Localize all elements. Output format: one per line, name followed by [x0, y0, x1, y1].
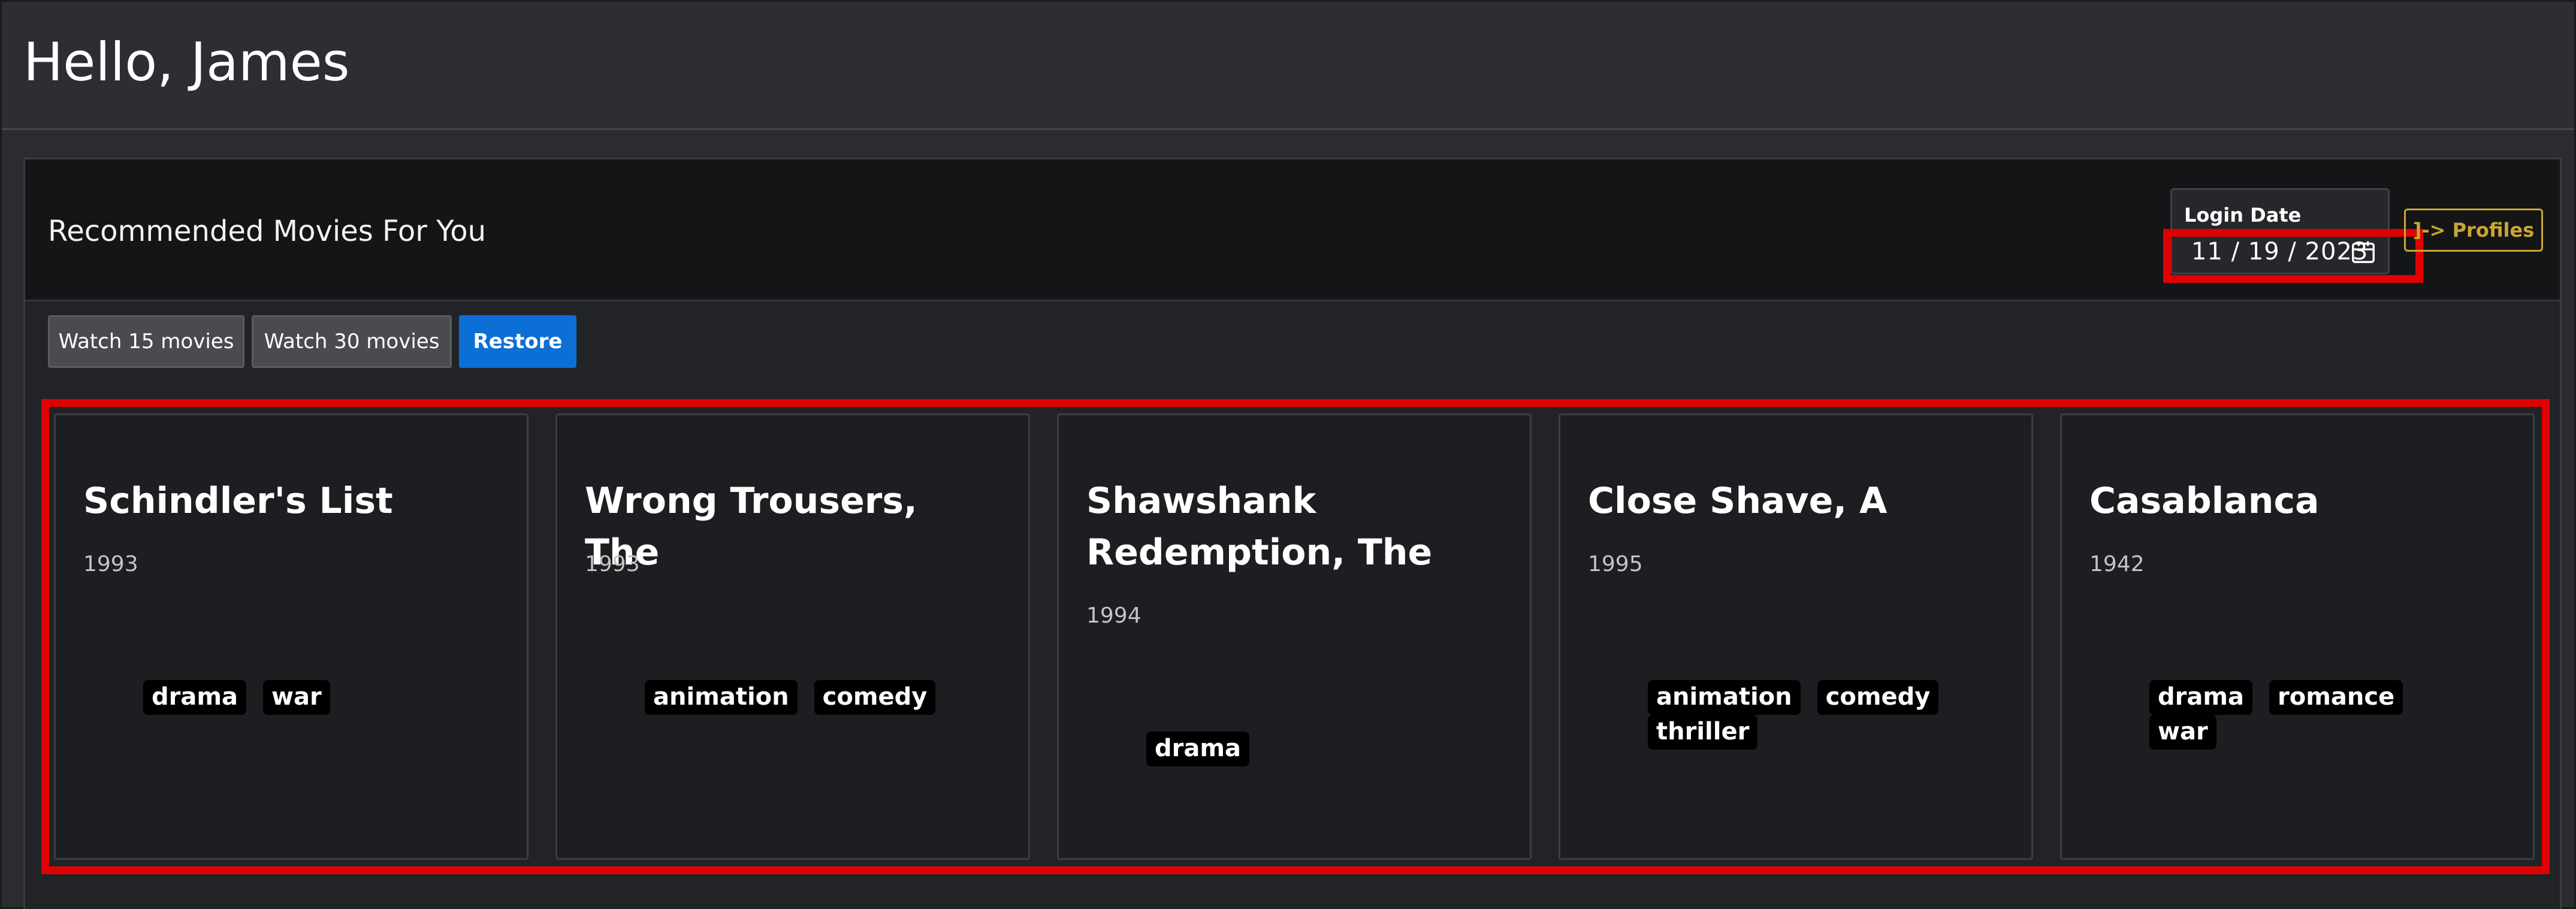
panel-title: Recommended Movies For You [48, 215, 486, 248]
restore-button[interactable]: Restore [459, 315, 576, 368]
movie-card[interactable]: Close Shave, A 1995 animation comedy thri… [1559, 413, 2033, 860]
genre-list: drama [1146, 732, 1458, 766]
genre-tag: war [263, 680, 330, 715]
genre-list: drama war [143, 680, 455, 715]
movie-title: Casablanca [2089, 480, 2320, 522]
login-date-label: Login Date [2184, 204, 2302, 227]
watch-15-button[interactable]: Watch 15 movies [48, 315, 244, 368]
app-page: Hello, James Recommended Movies For You … [0, 0, 2576, 909]
login-date-value[interactable]: 11 / 19 / 2023 [2191, 237, 2368, 267]
genre-list: drama romance war [2149, 680, 2461, 750]
movie-title: Wrong Trousers, The [585, 480, 917, 573]
movie-title: Schindler's List [83, 480, 393, 522]
movie-card[interactable]: Schindler's List 1993 drama war [54, 413, 529, 860]
genre-tag: romance [2269, 680, 2403, 715]
profiles-button[interactable]: ]-> Profiles [2404, 209, 2543, 252]
panel-header: Recommended Movies For You Login Date 11… [25, 159, 2560, 301]
genre-list: animation comedy [645, 680, 956, 715]
genre-tag: drama [2149, 680, 2253, 715]
movie-card[interactable]: Casablanca 1942 drama romance war [2060, 413, 2535, 860]
genre-tag: thriller [1648, 715, 1758, 750]
movie-year: 1994 [1086, 603, 1141, 628]
movie-year: 1993 [83, 552, 138, 576]
calendar-icon[interactable] [2349, 238, 2377, 265]
movie-title: Shawshank Redemption, The [1086, 480, 1433, 573]
genre-tag: war [2149, 715, 2216, 750]
movie-year: 1942 [2089, 552, 2145, 576]
genre-tag: comedy [814, 680, 936, 715]
genre-tag: animation [645, 680, 798, 715]
genre-tag: animation [1648, 680, 1801, 715]
movie-card[interactable]: Wrong Trousers, The 1993 animation comedy [555, 413, 1030, 860]
genre-tag: drama [1146, 732, 1250, 766]
recommendations-panel: Recommended Movies For You Login Date 11… [23, 158, 2562, 909]
login-date-picker[interactable]: Login Date 11 / 19 / 2023 [2170, 188, 2390, 274]
genre-list: animation comedy thriller [1648, 680, 1959, 750]
greeting-heading: Hello, James [23, 31, 350, 93]
movie-card[interactable]: Shawshank Redemption, The 1994 drama [1057, 413, 1532, 860]
genre-tag: drama [143, 680, 247, 715]
watch-30-button[interactable]: Watch 30 movies [252, 315, 452, 368]
movie-year: 1993 [585, 552, 640, 576]
movie-title: Close Shave, A [1588, 480, 1888, 522]
genre-tag: comedy [1817, 680, 1939, 715]
movie-year: 1995 [1588, 552, 1643, 576]
top-header: Hello, James [2, 2, 2574, 130]
